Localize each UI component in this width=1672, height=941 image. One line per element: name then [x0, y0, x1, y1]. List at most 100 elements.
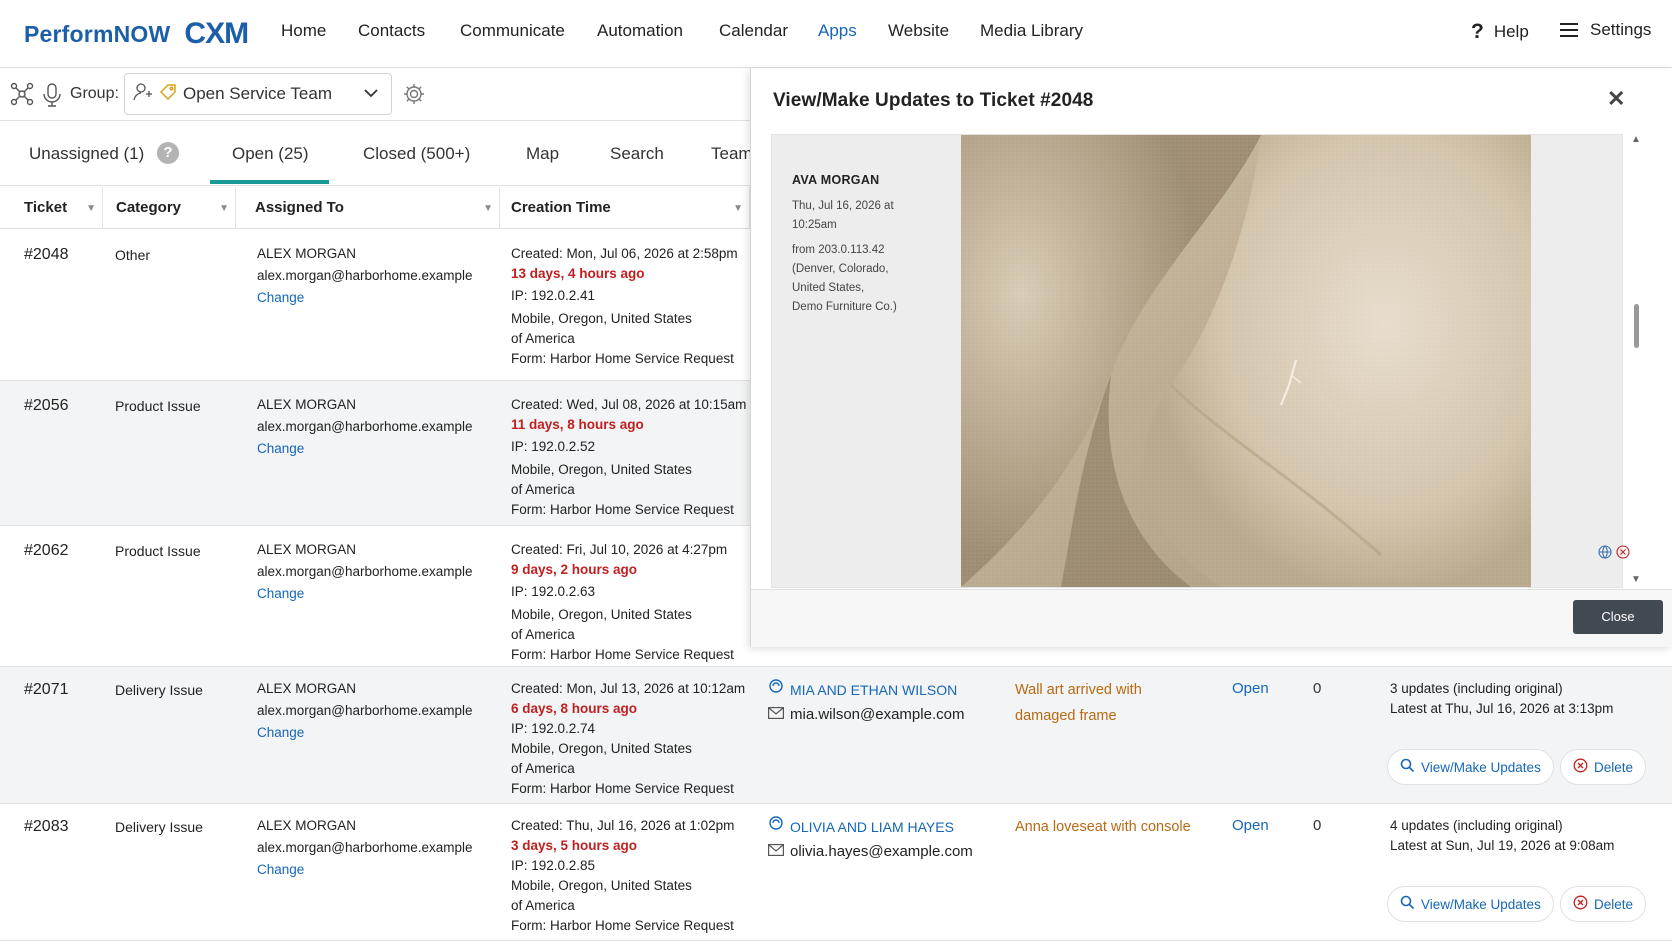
customer-email: olivia.hayes@example.com	[790, 843, 973, 860]
assignee-email: alex.morgan@harborhome.example	[257, 419, 473, 434]
attachment-photo[interactable]	[961, 135, 1531, 587]
form-name: Form: Harbor Home Service Request	[511, 647, 734, 662]
nav-automation[interactable]: Automation	[597, 21, 683, 41]
microphone-icon[interactable]	[42, 82, 62, 113]
logo-text: PerformNOW	[24, 20, 171, 47]
ticket-subject[interactable]: Wall art arrived with	[1015, 677, 1142, 703]
customer-email: mia.wilson@example.com	[790, 706, 965, 723]
ticket-category[interactable]: Product Issue	[115, 395, 201, 417]
delete-label: Delete	[1594, 759, 1634, 775]
refresh-icon	[768, 815, 784, 838]
network-icon[interactable]	[10, 82, 34, 111]
location-line-2: of America	[511, 898, 575, 913]
question-mark-icon[interactable]: ?	[157, 142, 179, 164]
ticket-subject-2[interactable]: damaged frame	[1015, 703, 1142, 729]
ticket-number[interactable]: #2071	[24, 679, 69, 701]
nav-website[interactable]: Website	[888, 21, 949, 41]
view-make-updates-button[interactable]: View/Make Updates	[1387, 749, 1554, 785]
remove-circle-icon[interactable]	[1616, 545, 1630, 564]
nav-calendar[interactable]: Calendar	[719, 21, 788, 41]
location-line-2: of America	[511, 761, 575, 776]
table-row[interactable]: #2071 Delivery Issue ALEX MORGAN alex.mo…	[0, 667, 1672, 804]
delete-circle-icon	[1573, 895, 1588, 913]
ticket-number[interactable]: #2062	[24, 540, 69, 562]
ticket-number[interactable]: #2048	[24, 244, 69, 266]
column-ticket[interactable]: Ticket ▼	[0, 187, 103, 229]
nav-communicate[interactable]: Communicate	[460, 21, 565, 41]
tab-closed[interactable]: Closed (500+)	[363, 144, 470, 164]
message-thread[interactable]: AVA MORGAN Thu, Jul 16, 2026 at 10:25am …	[771, 134, 1630, 588]
help-icon: ?	[1471, 20, 1484, 43]
change-assignee-link[interactable]: Change	[257, 438, 473, 460]
logo-mark: CXM	[184, 17, 249, 50]
globe-icon[interactable]	[1598, 545, 1612, 564]
settings-menu[interactable]: Settings	[1560, 20, 1651, 40]
ip-address: IP: 192.0.2.41	[511, 288, 596, 303]
close-icon[interactable]: ✕	[1607, 86, 1625, 112]
column-ticket-label: Ticket	[24, 199, 68, 216]
nav-home[interactable]: Home	[281, 21, 326, 41]
change-assignee-link[interactable]: Change	[257, 583, 473, 605]
delete-button[interactable]: Delete	[1560, 886, 1647, 922]
scroll-up-icon[interactable]: ▲	[1631, 134, 1641, 145]
column-category-label: Category	[116, 199, 182, 216]
view-make-updates-button[interactable]: View/Make Updates	[1387, 886, 1554, 922]
nav-apps[interactable]: Apps	[818, 21, 857, 41]
column-assigned-label: Assigned To	[255, 199, 344, 216]
tab-map[interactable]: Map	[526, 144, 559, 164]
group-select[interactable]: Open Service Team	[124, 73, 392, 115]
tab-search[interactable]: Search	[610, 144, 664, 164]
assignee-name: ALEX MORGAN	[257, 542, 357, 557]
column-category[interactable]: Category ▼	[103, 187, 236, 229]
message-author: AVA MORGAN	[792, 173, 880, 187]
sort-icon: ▼	[86, 203, 96, 214]
ticket-number[interactable]: #2056	[24, 395, 69, 417]
assignee-name: ALEX MORGAN	[257, 397, 357, 412]
location-line-2: of America	[511, 482, 575, 497]
message-meta: AVA MORGAN Thu, Jul 16, 2026 at 10:25am …	[792, 173, 952, 317]
message-location: (Denver, Colorado,	[792, 263, 889, 275]
change-assignee-link[interactable]: Change	[257, 859, 473, 881]
ticket-subject[interactable]: Anna loveseat with console	[1015, 814, 1191, 840]
age-text: 9 days, 2 hours ago	[511, 562, 638, 577]
location-line: Mobile, Oregon, United States	[511, 311, 692, 326]
help-link[interactable]: ? Help	[1471, 20, 1529, 44]
gear-icon[interactable]	[402, 82, 426, 111]
ticket-number[interactable]: #2083	[24, 816, 69, 838]
scroll-thumb[interactable]	[1634, 304, 1639, 348]
message-company: Demo Furniture Co.)	[792, 301, 897, 313]
envelope-icon	[768, 841, 785, 863]
logo[interactable]: PerformNOW CXM	[24, 16, 249, 52]
dialog-scrollbar[interactable]: ▲ ▼	[1629, 134, 1643, 588]
close-button[interactable]: Close	[1573, 600, 1663, 634]
tab-team[interactable]: Team	[711, 144, 753, 164]
ticket-category[interactable]: Delivery Issue	[115, 679, 203, 701]
change-assignee-link[interactable]: Change	[257, 287, 473, 309]
latest-update: Latest at Thu, Jul 16, 2026 at 3:13pm	[1390, 701, 1614, 716]
tab-open[interactable]: Open (25)	[210, 144, 328, 184]
attachment-actions	[1598, 545, 1630, 564]
created-time: Created: Wed, Jul 08, 2026 at 10:15am	[511, 397, 747, 412]
tab-unassigned[interactable]: Unassigned (1)	[29, 144, 144, 164]
table-row[interactable]: #2083 Delivery Issue ALEX MORGAN alex.mo…	[0, 804, 1672, 941]
nav-contacts[interactable]: Contacts	[358, 21, 425, 41]
customer-name-link[interactable]: MIA AND ETHAN WILSON	[790, 679, 957, 701]
column-assigned-to[interactable]: Assigned To ▼	[236, 187, 500, 229]
location-line: Mobile, Oregon, United States	[511, 462, 692, 477]
ticket-category[interactable]: Product Issue	[115, 540, 201, 562]
column-created-label: Creation Time	[511, 199, 611, 216]
scroll-down-icon[interactable]: ▼	[1631, 574, 1641, 585]
customer-name-link[interactable]: OLIVIA AND LIAM HAYES	[790, 816, 954, 838]
settings-label: Settings	[1590, 20, 1652, 39]
change-assignee-link[interactable]: Change	[257, 722, 473, 744]
ticket-category[interactable]: Delivery Issue	[115, 816, 203, 838]
ip-address: IP: 192.0.2.52	[511, 439, 596, 454]
ticket-category[interactable]: Other	[115, 244, 150, 266]
chevron-down-icon	[363, 85, 379, 106]
assignee-email: alex.morgan@harborhome.example	[257, 703, 473, 718]
location-line: Mobile, Oregon, United States	[511, 741, 692, 756]
nav-media-library[interactable]: Media Library	[980, 21, 1083, 41]
delete-button[interactable]: Delete	[1560, 749, 1647, 785]
unread-count: 0	[1313, 817, 1322, 834]
column-creation-time[interactable]: Creation Time ▼	[500, 187, 750, 229]
